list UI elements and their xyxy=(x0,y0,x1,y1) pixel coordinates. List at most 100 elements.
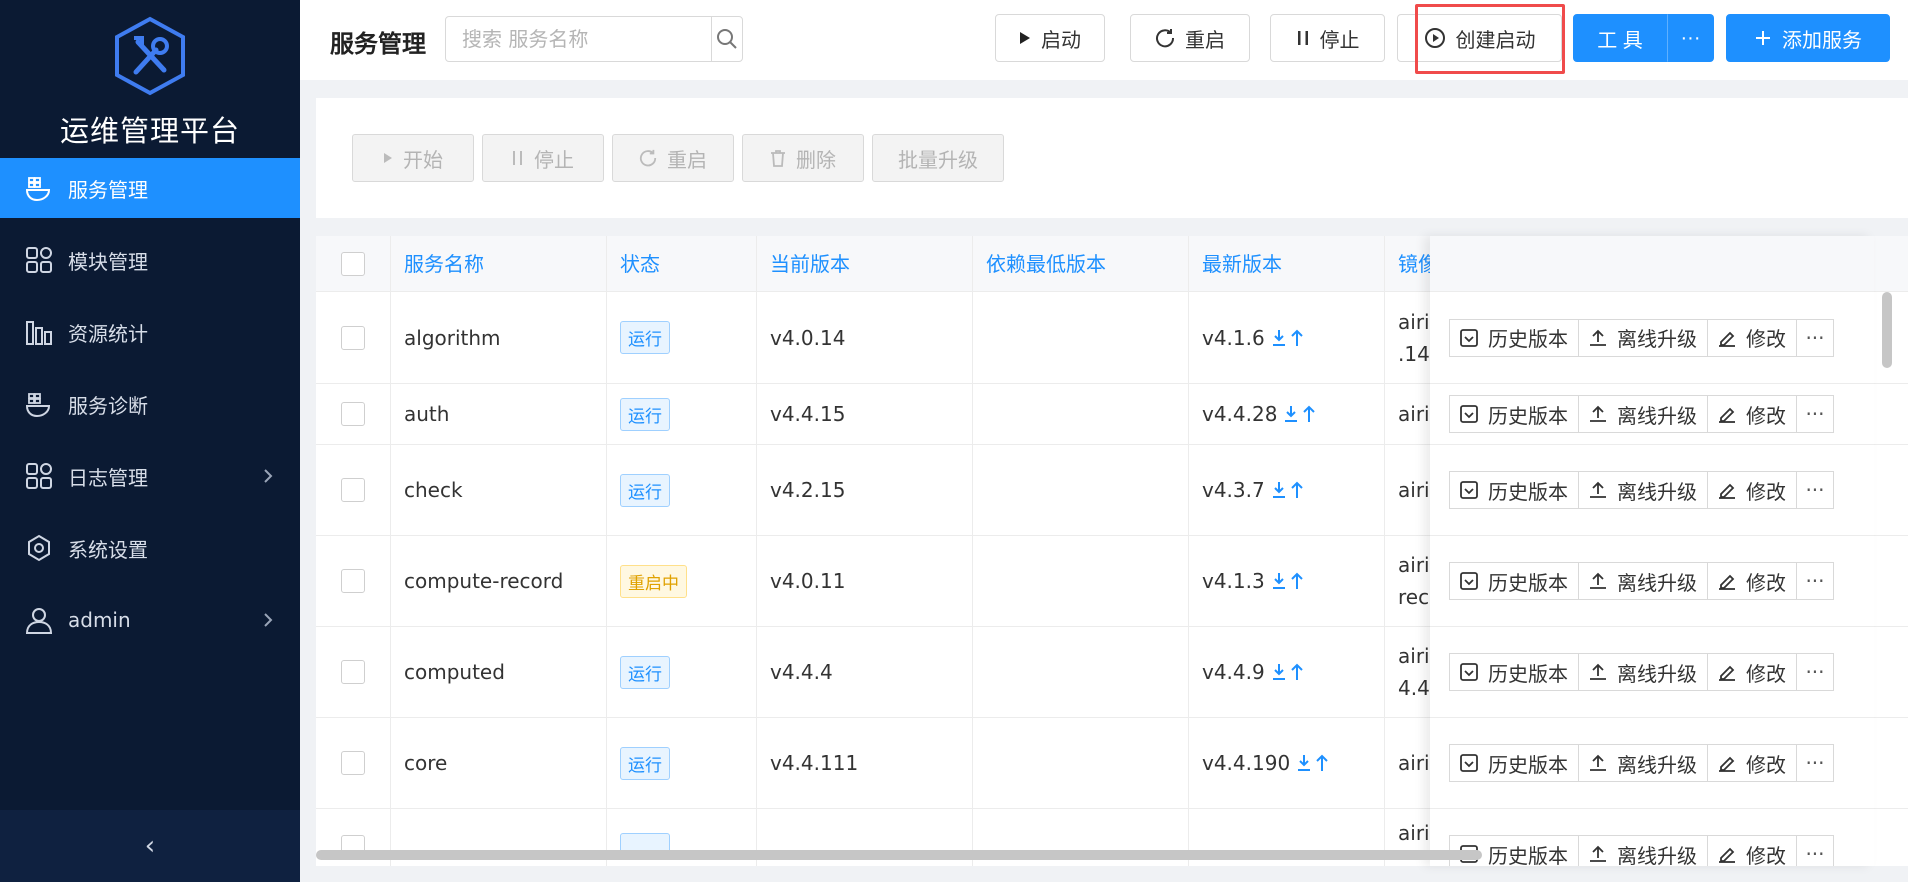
stop-button[interactable]: 停止 xyxy=(1270,14,1385,62)
gear-icon xyxy=(24,533,54,563)
history-version-button[interactable]: 历史版本 xyxy=(1449,562,1579,600)
row-checkbox[interactable] xyxy=(341,569,365,593)
edit-button[interactable]: 修改 xyxy=(1707,471,1797,509)
more-icon: ··· xyxy=(1805,569,1825,593)
offline-upgrade-button[interactable]: 离线升级 xyxy=(1578,653,1708,691)
search-button[interactable] xyxy=(711,17,742,61)
more-icon: ··· xyxy=(1805,325,1825,350)
search-input[interactable] xyxy=(446,17,711,61)
restart-button[interactable]: 重启 xyxy=(1130,14,1250,62)
refresh-icon xyxy=(639,149,657,167)
action-row: 历史版本 离线升级 修改 ··· xyxy=(1430,627,1874,718)
edit-button[interactable]: 修改 xyxy=(1707,653,1797,691)
batch-start-button[interactable]: 开始 xyxy=(352,134,474,182)
row-more-button[interactable]: ··· xyxy=(1796,318,1834,357)
chevron-right-icon xyxy=(262,610,274,634)
row-checkbox[interactable] xyxy=(341,660,365,684)
batch-delete-button[interactable]: 删除 xyxy=(742,134,864,182)
column-header-name[interactable]: 服务名称 xyxy=(391,236,607,292)
column-header-min-dep-version[interactable]: 依赖最低版本 xyxy=(973,236,1189,292)
sidebar-item-label: 服务管理 xyxy=(68,177,148,202)
edit-icon xyxy=(1719,574,1735,590)
history-version-button[interactable]: 历史版本 xyxy=(1449,395,1579,433)
add-service-button[interactable]: 添加服务 xyxy=(1726,14,1890,62)
edit-icon xyxy=(1719,483,1735,499)
row-checkbox[interactable] xyxy=(341,478,365,502)
status-badge: 运行 xyxy=(620,655,670,689)
sidebar-item-label: 系统设置 xyxy=(68,537,148,562)
download-upgrade-icon[interactable] xyxy=(1271,480,1311,500)
history-icon xyxy=(1460,481,1478,499)
service-name: algorithm xyxy=(391,292,607,383)
service-name: compute-record xyxy=(391,536,607,626)
sidebar-item-admin[interactable]: admin xyxy=(0,590,300,650)
grid-icon xyxy=(24,245,54,275)
edit-button[interactable]: 修改 xyxy=(1707,744,1797,782)
sidebar-item-resource-stats[interactable]: 资源统计 xyxy=(0,302,300,362)
column-header-status[interactable]: 状态 xyxy=(607,236,757,292)
edit-button[interactable]: 修改 xyxy=(1707,835,1797,866)
select-all-checkbox[interactable] xyxy=(341,252,365,276)
row-checkbox[interactable] xyxy=(341,751,365,775)
service-name: computed xyxy=(391,627,607,717)
sidebar-item-service-diagnosis[interactable]: 服务诊断 xyxy=(0,374,300,434)
offline-upgrade-button[interactable]: 离线升级 xyxy=(1578,471,1708,509)
upload-icon xyxy=(1590,663,1606,680)
collapse-sidebar-button[interactable]: ‹ xyxy=(0,810,300,882)
history-version-button[interactable]: 历史版本 xyxy=(1449,653,1579,691)
edit-icon xyxy=(1719,847,1735,863)
offline-upgrade-button[interactable]: 离线升级 xyxy=(1578,744,1708,782)
batch-restart-button[interactable]: 重启 xyxy=(612,134,734,182)
row-more-button[interactable]: ··· xyxy=(1796,835,1834,866)
edit-button[interactable]: 修改 xyxy=(1707,318,1797,357)
row-more-button[interactable]: ··· xyxy=(1796,562,1834,600)
sidebar-item-service-management[interactable]: 服务管理 xyxy=(0,158,300,218)
upload-icon xyxy=(1590,329,1606,346)
download-upgrade-icon[interactable] xyxy=(1271,662,1311,682)
upload-icon xyxy=(1590,481,1606,498)
offline-upgrade-button[interactable]: 离线升级 xyxy=(1578,318,1708,357)
vertical-scrollbar[interactable] xyxy=(1882,292,1892,368)
history-version-button[interactable]: 历史版本 xyxy=(1449,744,1579,782)
current-version: v4.4.4 xyxy=(757,627,973,717)
download-upgrade-icon[interactable] xyxy=(1296,753,1336,773)
column-header-current-version[interactable]: 当前版本 xyxy=(757,236,973,292)
row-more-button[interactable]: ··· xyxy=(1796,744,1834,782)
history-version-button[interactable]: 历史版本 xyxy=(1449,318,1579,357)
tools-button[interactable]: 工 具 xyxy=(1573,14,1667,62)
horizontal-scrollbar[interactable] xyxy=(316,850,1482,860)
start-button[interactable]: 启动 xyxy=(995,14,1105,62)
batch-upgrade-button[interactable]: 批量升级 xyxy=(872,134,1004,182)
download-upgrade-icon[interactable] xyxy=(1271,571,1311,591)
sidebar-item-system-settings[interactable]: 系统设置 xyxy=(0,518,300,578)
tools-more-button[interactable]: ··· xyxy=(1667,14,1714,62)
row-more-button[interactable]: ··· xyxy=(1796,471,1834,509)
edit-button[interactable]: 修改 xyxy=(1707,562,1797,600)
sidebar-item-module-management[interactable]: 模块管理 xyxy=(0,230,300,290)
download-upgrade-icon[interactable] xyxy=(1271,328,1311,348)
row-actions: 历史版本 离线升级 修改 ··· xyxy=(1449,562,1834,600)
batch-stop-button[interactable]: 停止 xyxy=(482,134,604,182)
status-badge: 运行 xyxy=(620,321,670,354)
row-checkbox[interactable] xyxy=(341,402,365,426)
more-icon: ··· xyxy=(1805,402,1825,426)
row-checkbox[interactable] xyxy=(341,325,365,350)
offline-upgrade-button[interactable]: 离线升级 xyxy=(1578,562,1708,600)
min-dep-version xyxy=(973,384,1189,444)
current-version: v4.0.14 xyxy=(757,292,973,383)
edit-button[interactable]: 修改 xyxy=(1707,395,1797,433)
sidebar-nav: 服务管理 模块管理 资源统计 服务诊断 日志管理 系统设置 admin xyxy=(0,158,300,662)
history-version-button[interactable]: 历史版本 xyxy=(1449,471,1579,509)
row-more-button[interactable]: ··· xyxy=(1796,653,1834,691)
row-more-button[interactable]: ··· xyxy=(1796,395,1834,433)
row-actions: 历史版本 离线升级 修改 ··· xyxy=(1449,835,1834,866)
offline-upgrade-button[interactable]: 离线升级 xyxy=(1578,835,1708,866)
sidebar-item-label: 模块管理 xyxy=(68,249,148,274)
download-upgrade-icon[interactable] xyxy=(1283,404,1323,424)
column-header-latest-version[interactable]: 最新版本 xyxy=(1189,236,1385,292)
bar-chart-icon xyxy=(24,317,54,347)
sidebar-item-log-management[interactable]: 日志管理 xyxy=(0,446,300,506)
offline-upgrade-button[interactable]: 离线升级 xyxy=(1578,395,1708,433)
service-name: core xyxy=(391,718,607,808)
page-title: 服务管理 xyxy=(330,30,426,58)
